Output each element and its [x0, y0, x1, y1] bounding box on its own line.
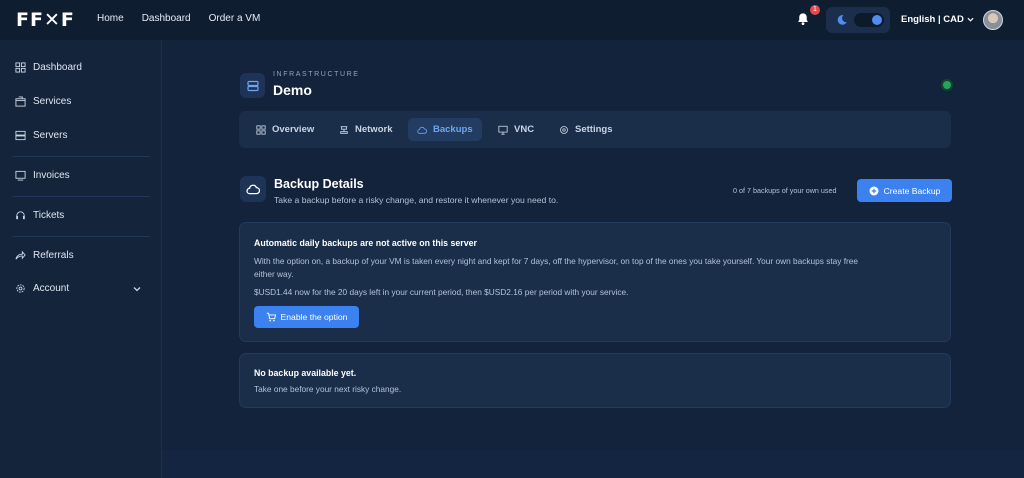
- theme-toggle[interactable]: [854, 13, 884, 27]
- no-backup-text: Take one before your next risky change.: [254, 384, 402, 394]
- gear-icon: [16, 284, 25, 293]
- share-icon: [15, 250, 26, 260]
- sidebar-item-account[interactable]: Account: [15, 283, 69, 294]
- create-backup-label: Create Backup: [883, 185, 941, 196]
- sidebar-item-tickets[interactable]: Tickets: [15, 210, 64, 221]
- sidebar-item-referrals[interactable]: Referrals: [15, 250, 74, 261]
- section-title: Backup Details: [274, 177, 364, 191]
- sidebar-item-label: Referrals: [33, 250, 74, 261]
- nav-order-vm[interactable]: Order a VM: [209, 13, 261, 24]
- bell-icon[interactable]: [796, 12, 810, 26]
- page-eyebrow: INFRASTRUCTURE: [273, 71, 360, 78]
- nav-dashboard[interactable]: Dashboard: [142, 13, 191, 24]
- sidebar-item-dashboard[interactable]: Dashboard: [15, 62, 82, 73]
- sidebar-item-label: Tickets: [33, 210, 65, 221]
- language-currency-label: English | CAD: [901, 14, 964, 25]
- tab-label: VNC: [514, 124, 535, 135]
- sidebar-item-invoices[interactable]: Invoices: [15, 170, 70, 181]
- plus-circle-icon: [869, 186, 879, 195]
- monitor-icon: [498, 125, 508, 135]
- top-bar: FF✕F Home Dashboard Order a VM 1 English…: [0, 0, 1024, 40]
- network-icon: [340, 125, 348, 134]
- nav-home[interactable]: Home: [97, 13, 124, 24]
- auto-backup-description: With the option on, a backup of your VM …: [254, 256, 859, 266]
- page-title: Demo: [273, 82, 312, 98]
- sidebar-divider: [12, 196, 150, 197]
- theme-switch[interactable]: [826, 7, 890, 33]
- tab-settings[interactable]: Settings: [550, 118, 621, 141]
- chevron-down-icon[interactable]: [133, 285, 141, 293]
- sidebar-item-label: Services: [33, 96, 72, 107]
- sidebar-item-label: Invoices: [33, 170, 70, 181]
- tab-label: Overview: [272, 124, 315, 135]
- server-icon: [240, 73, 265, 98]
- box-icon: [15, 96, 26, 107]
- section-subtitle: Take a backup before a risky change, and…: [274, 195, 559, 205]
- auto-backup-card: Automatic daily backups are not active o…: [239, 222, 951, 342]
- auto-backup-description-cont: either way.: [254, 269, 294, 279]
- sidebar-item-label: Servers: [33, 130, 68, 141]
- no-backup-title: No backup available yet.: [254, 368, 357, 378]
- tab-label: Settings: [575, 124, 613, 135]
- server-icon: [15, 130, 26, 141]
- enable-option-button[interactable]: Enable the option: [254, 306, 359, 328]
- headset-icon: [16, 211, 25, 220]
- cart-icon: [266, 312, 276, 322]
- auto-backup-title: Automatic daily backups are not active o…: [254, 238, 477, 248]
- grid-icon: [256, 124, 266, 135]
- moon-icon: [837, 15, 847, 25]
- notification-badge: 1: [810, 5, 820, 15]
- sidebar-divider: [12, 156, 150, 157]
- status-indicator: [943, 81, 951, 89]
- cloud-icon: [417, 126, 427, 134]
- avatar[interactable]: [983, 10, 1003, 30]
- enable-option-label: Enable the option: [280, 312, 348, 322]
- tab-label: Network: [355, 124, 393, 135]
- tab-bar: Overview Network Backups VNC Settings: [239, 111, 951, 148]
- backup-usage: 0 of 7 backups of your own used: [733, 186, 837, 195]
- tab-backups[interactable]: Backups: [408, 118, 482, 141]
- sidebar-item-services[interactable]: Services: [15, 96, 71, 107]
- sidebar-item-label: Dashboard: [33, 62, 82, 73]
- sidebar-item-label: Account: [33, 283, 70, 294]
- grid-icon: [15, 62, 26, 73]
- footer-band: [162, 450, 1024, 478]
- invoice-icon: [15, 170, 26, 181]
- toggle-knob: [872, 15, 882, 25]
- no-backup-card: No backup available yet. Take one before…: [239, 353, 951, 408]
- tab-network[interactable]: Network: [330, 118, 401, 141]
- tab-vnc[interactable]: VNC: [489, 118, 543, 141]
- sidebar: Dashboard Services Servers Invoices Tick…: [0, 40, 162, 478]
- language-currency-selector[interactable]: English | CAD: [901, 14, 974, 25]
- sidebar-divider: [12, 236, 150, 237]
- chevron-down-icon: [967, 17, 974, 22]
- tab-overview[interactable]: Overview: [247, 118, 323, 141]
- create-backup-button[interactable]: Create Backup: [857, 179, 952, 202]
- logo[interactable]: FF✕F: [16, 9, 75, 31]
- tab-label: Backups: [433, 124, 473, 135]
- top-nav: Home Dashboard Order a VM: [97, 13, 260, 24]
- cloud-icon: [240, 176, 266, 202]
- gear-icon: [560, 125, 568, 134]
- sidebar-item-servers[interactable]: Servers: [15, 130, 67, 141]
- auto-backup-pricing: $USD1.44 now for the 20 days left in you…: [254, 287, 629, 297]
